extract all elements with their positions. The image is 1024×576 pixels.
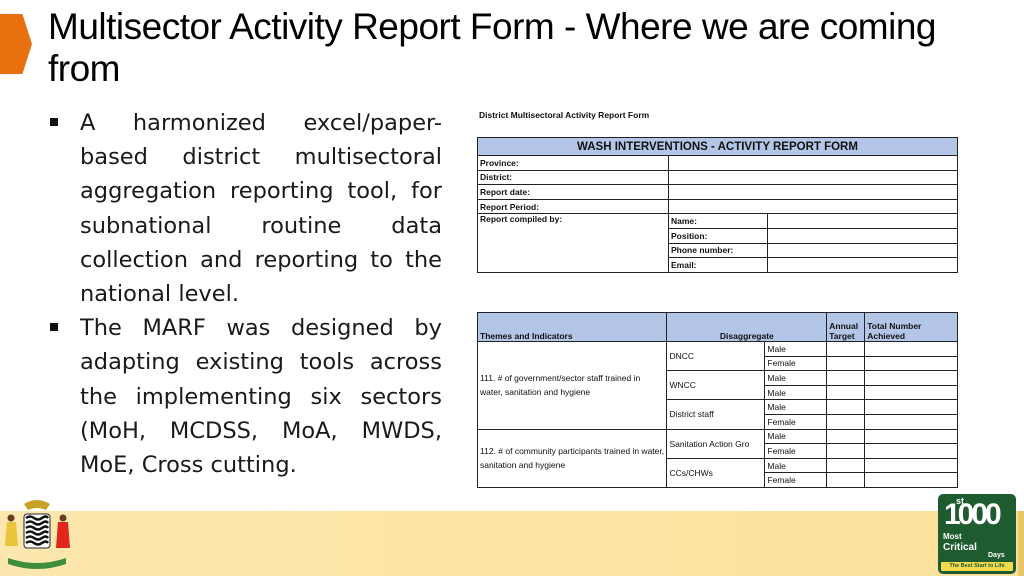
indicator-table-body: 111. # of government/sector staff traine… [476,340,958,488]
disaggregate-group: Sanitation Action Gro [666,428,766,459]
indicator-label: 111. # of government/sector staff traine… [476,341,668,430]
indicator-label: 112. # of community participants trained… [476,428,668,488]
disaggregate-group: DNCC [666,340,766,372]
annual-target-cell[interactable] [826,428,866,445]
field-label-phone: Phone number: [668,242,768,259]
total-achieved-cell[interactable] [864,472,958,488]
header-disaggregate: Disaggregate [666,312,828,342]
footer-band [0,511,1024,576]
bullet-text: The MARF was designed by adapting existi… [80,315,442,479]
annual-target-cell[interactable] [826,384,866,401]
annual-target-cell[interactable] [826,472,866,488]
annual-target-cell[interactable] [826,355,866,372]
form-caption: District Multisectoral Activity Report F… [479,110,650,120]
sex-label: Male [764,457,828,474]
total-achieved-cell[interactable] [864,370,958,386]
logo-line1: Most [943,532,962,541]
square-bullet-icon [50,118,58,126]
field-value-report-date[interactable] [668,184,958,200]
indicator-table: Themes and Indicators Disaggregate Annua… [476,312,958,488]
annual-target-cell[interactable] [826,443,866,459]
total-achieved-cell[interactable] [864,413,958,430]
field-value-name[interactable] [767,213,958,229]
total-achieved-cell[interactable] [864,428,958,445]
field-label-email: Email: [668,257,768,273]
sex-label: Female [764,443,828,459]
annual-target-cell[interactable] [826,457,866,474]
square-bullet-icon [50,323,58,332]
slide-title: Multisector Activity Report Form - Where… [48,6,936,89]
sex-label: Female [764,472,828,488]
total-achieved-cell[interactable] [864,399,958,415]
annual-target-cell[interactable] [826,399,866,415]
sex-label: Female [764,355,828,372]
footer-edge [1018,511,1024,576]
bullet-item: The MARF was designed by adapting existi… [46,311,442,482]
field-label-compiled-by: Report compiled by: [477,213,669,273]
bullet-item: A harmonized excel/paper-based district … [46,106,442,311]
annual-target-cell[interactable] [826,413,866,430]
disaggregate-group: CCs/CHWs [666,457,766,488]
total-achieved-cell[interactable] [864,355,958,372]
disaggregate-group: District staff [666,399,766,430]
disaggregate-group: WNCC [666,370,766,401]
indicator-row: 112. # of community participants trained… [476,428,958,488]
total-achieved-cell[interactable] [864,443,958,459]
sex-label: Male [764,384,828,401]
sex-label: Male [764,428,828,445]
bullet-list: A harmonized excel/paper-based district … [46,106,442,482]
report-info-table: WASH INTERVENTIONS - ACTIVITY REPORT FOR… [477,137,958,273]
field-value-district[interactable] [668,169,958,186]
logo-tagline: The Best Start to Life [941,562,1013,571]
field-value-phone[interactable] [767,242,958,259]
total-achieved-cell[interactable] [864,457,958,474]
header-themes: Themes and Indicators [476,312,668,342]
total-achieved-cell[interactable] [864,384,958,401]
field-label-report-date: Report date: [477,184,669,200]
sex-label: Male [764,370,828,386]
logo-line2: Critical [943,542,977,553]
sex-label: Male [764,399,828,415]
field-label-district: District: [477,169,669,186]
field-value-province[interactable] [668,155,958,171]
logo-line3: Days [988,552,1005,559]
first-1000-days-logo: 1000 st Most Critical Days The Best Star… [938,494,1016,574]
bullet-text: A harmonized excel/paper-based district … [80,110,442,308]
field-label-report-period: Report Period: [477,198,669,215]
header-annual-target: Annual Target [826,312,866,342]
header-total-achieved: Total Number Achieved [864,312,958,342]
field-value-position[interactable] [767,227,958,244]
field-value-report-period[interactable] [668,198,958,215]
annual-target-cell[interactable] [826,341,866,357]
title-accent-shape [0,14,32,74]
zambia-coat-of-arms-logo [5,500,70,569]
indicator-row: 111. # of government/sector staff traine… [476,340,958,430]
sex-label: Male [764,341,828,357]
total-achieved-cell[interactable] [864,341,958,357]
field-label-name: Name: [668,213,768,229]
logo-superscript: st [956,496,965,506]
field-value-email[interactable] [767,257,958,273]
annual-target-cell[interactable] [826,370,866,386]
sex-label: Female [764,413,828,430]
field-label-province: Province: [477,155,669,171]
form-title: WASH INTERVENTIONS - ACTIVITY REPORT FOR… [477,137,958,156]
field-label-position: Position: [668,227,768,244]
logo-number: 1000 [944,498,1002,531]
